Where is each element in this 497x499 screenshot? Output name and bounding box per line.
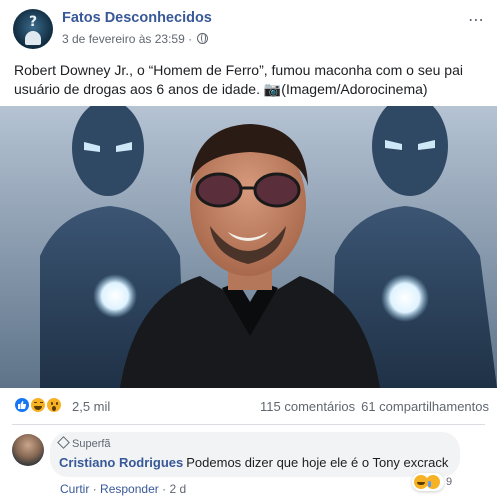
comment-reactions[interactable] xyxy=(412,473,444,491)
commenter-avatar[interactable] xyxy=(12,434,44,466)
post-text: Robert Downey Jr., o “Homem de Ferro”, f… xyxy=(14,61,484,99)
divider xyxy=(12,424,485,425)
superfan-badge[interactable]: Superfã xyxy=(57,436,111,450)
post-meta: 3 de fevereiro às 23:59 · xyxy=(62,32,209,46)
post-text-line-1: Robert Downey Jr., o “Homem de Ferro”, f… xyxy=(14,62,463,78)
post-header: ? Fatos Desconhecidos 3 de fevereiro às … xyxy=(0,0,497,56)
comment-time[interactable]: 2 d xyxy=(169,482,186,496)
post-photo[interactable] xyxy=(0,106,497,388)
more-icon[interactable]: ⋯ xyxy=(468,10,485,30)
reactions-count[interactable]: 2,5 mil xyxy=(72,399,110,414)
comment-bubble: Superfã Cristiano Rodrigues Podemos dizer… xyxy=(50,432,460,477)
comment-reactions-count[interactable]: 9 xyxy=(446,476,452,488)
comment-actions: Curtir · Responder · 2 d xyxy=(60,482,187,496)
comments-count-link[interactable]: 115 comentários xyxy=(260,399,355,414)
post-timestamp[interactable]: 3 de fevereiro às 23:59 xyxy=(62,32,185,46)
shares-count-link[interactable]: 61 compartilhamentos xyxy=(361,399,489,414)
comment-like-link[interactable]: Curtir xyxy=(60,482,89,496)
post-text-line-2: usuário de drogas aos 6 anos de idade. 📷… xyxy=(14,81,428,97)
comment-author-link[interactable]: Cristiano Rodrigues xyxy=(59,455,183,470)
comment-text: Podemos dizer que hoje ele é o Tony excr… xyxy=(186,455,449,470)
sad-reaction-icon xyxy=(426,475,440,489)
superfan-diamond-icon xyxy=(57,436,70,449)
comment-reply-link[interactable]: Responder xyxy=(100,482,159,496)
wow-reaction-icon[interactable] xyxy=(45,396,63,414)
reactions-bar: 2,5 mil 115 comentários 61 compartilhame… xyxy=(0,392,497,420)
page-avatar[interactable]: ? xyxy=(13,9,53,49)
page-name-link[interactable]: Fatos Desconhecidos xyxy=(62,10,212,26)
photo-illustration xyxy=(0,106,497,388)
globe-icon[interactable] xyxy=(197,33,209,44)
